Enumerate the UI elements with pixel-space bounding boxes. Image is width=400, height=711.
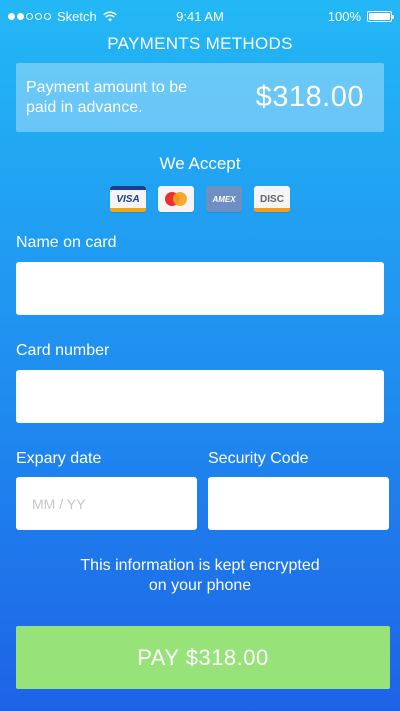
wifi-icon [102,10,117,21]
accept-title: We Accept [159,154,241,173]
carrier-name: Sketch [57,8,97,24]
card-number-label: Card number [16,342,110,359]
expiry-label: Expary date [16,450,102,467]
card-number-input[interactable] [16,370,384,423]
amount-card: Payment amount to be paid in advance. $3… [16,63,384,132]
signal-dots-icon [8,12,51,20]
mastercard-icon [158,186,194,212]
status-left: Sketch [8,9,117,24]
security-code-label: Security Code [208,450,309,467]
status-bar: Sketch 9:41 AM 100% [0,0,400,32]
visa-text: VISA [116,193,140,205]
info-line-2: on your phone [148,577,252,594]
expiry-date-input[interactable] [16,477,197,530]
status-right: 100% [327,8,394,24]
security-code-input[interactable] [208,477,389,530]
pay-button[interactable]: PAY $318.00 [16,626,390,689]
battery-fill [369,12,390,20]
amount-value: $318.00 [255,81,364,113]
battery-percent: 100% [327,8,361,24]
discover-text: DISC [260,193,284,205]
amount-label: Payment amount to be paid in advance. [26,78,187,116]
name-on-card-input[interactable] [16,262,384,315]
amex-text: AMEX [212,194,236,204]
battery-icon [367,10,394,22]
name-label: Name on card [16,234,117,251]
encryption-info: This information is kept encrypted on yo… [0,556,400,596]
discover-icon: DISC [254,186,290,212]
card-logos: VISA AMEX DISC [0,186,400,212]
visa-icon: VISA [110,186,146,212]
amex-icon: AMEX [206,186,242,212]
info-line-1: This information is kept encrypted [80,557,320,574]
page-title: PAYMENTS METHODS [107,34,293,53]
